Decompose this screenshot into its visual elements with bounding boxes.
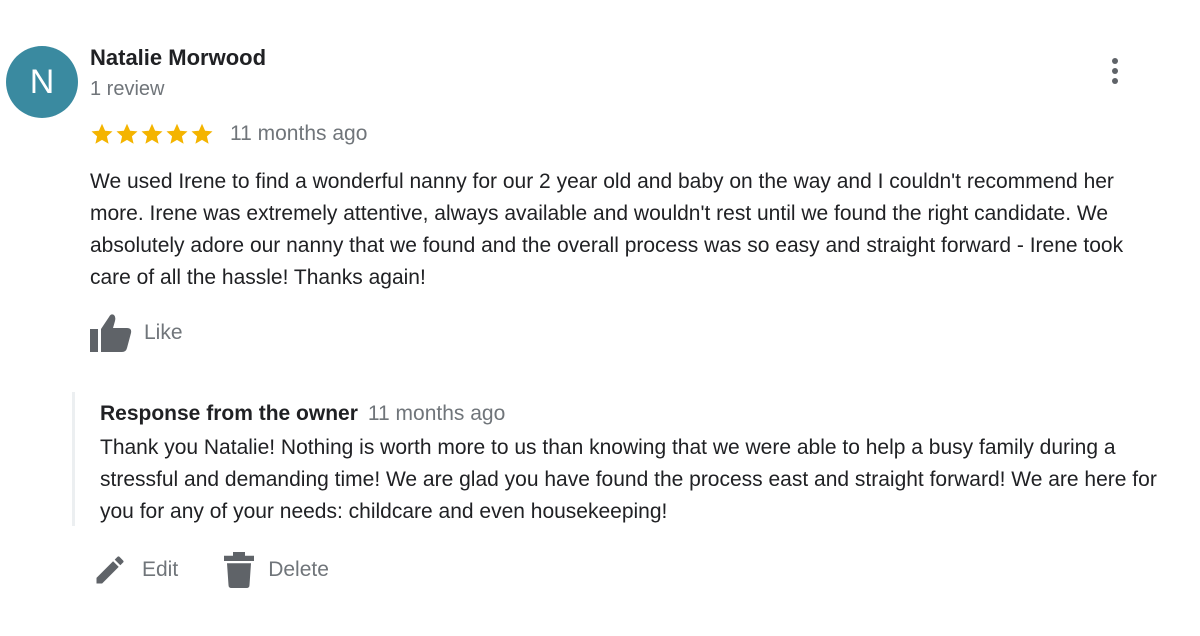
author-name[interactable]: Natalie Morwood xyxy=(90,45,266,71)
thumbs-up-icon xyxy=(90,314,132,352)
owner-response: Response from the owner 11 months ago Th… xyxy=(72,392,1165,526)
more-vert-icon-dot xyxy=(1112,68,1118,74)
star-icon xyxy=(191,123,213,144)
rating-row: 11 months ago xyxy=(90,119,367,149)
edit-button[interactable]: Edit xyxy=(92,552,178,588)
star-icon xyxy=(116,123,138,144)
more-vert-icon xyxy=(1112,58,1118,64)
star-icon xyxy=(91,123,113,144)
delete-button[interactable]: Delete xyxy=(224,552,329,588)
star-rating xyxy=(90,122,214,146)
pencil-icon xyxy=(96,556,124,584)
avatar[interactable]: N xyxy=(6,46,78,118)
delete-label: Delete xyxy=(268,558,329,581)
response-actions: Edit Delete xyxy=(92,548,329,592)
response-date: 11 months ago xyxy=(367,402,506,425)
edit-label: Edit xyxy=(142,558,179,581)
more-vert-icon-dot xyxy=(1112,78,1118,84)
trash-icon xyxy=(224,552,255,588)
like-label: Like xyxy=(144,321,183,344)
star-icon xyxy=(141,123,163,144)
like-button[interactable]: Like xyxy=(88,311,183,355)
response-text: Thank you Natalie! Nothing is worth more… xyxy=(100,436,1157,523)
review-date: 11 months ago xyxy=(230,122,368,145)
response-title: Response from the owner xyxy=(100,402,358,425)
review-card: N Natalie Morwood 1 review 11 months ago… xyxy=(0,0,1200,636)
review-text: We used Irene to find a wonderful nanny … xyxy=(90,170,1124,289)
more-options-button[interactable] xyxy=(1100,52,1130,90)
review-count[interactable]: 1 review xyxy=(90,78,164,101)
star-icon xyxy=(166,123,188,144)
response-header: Response from the owner 11 months ago xyxy=(100,402,505,426)
